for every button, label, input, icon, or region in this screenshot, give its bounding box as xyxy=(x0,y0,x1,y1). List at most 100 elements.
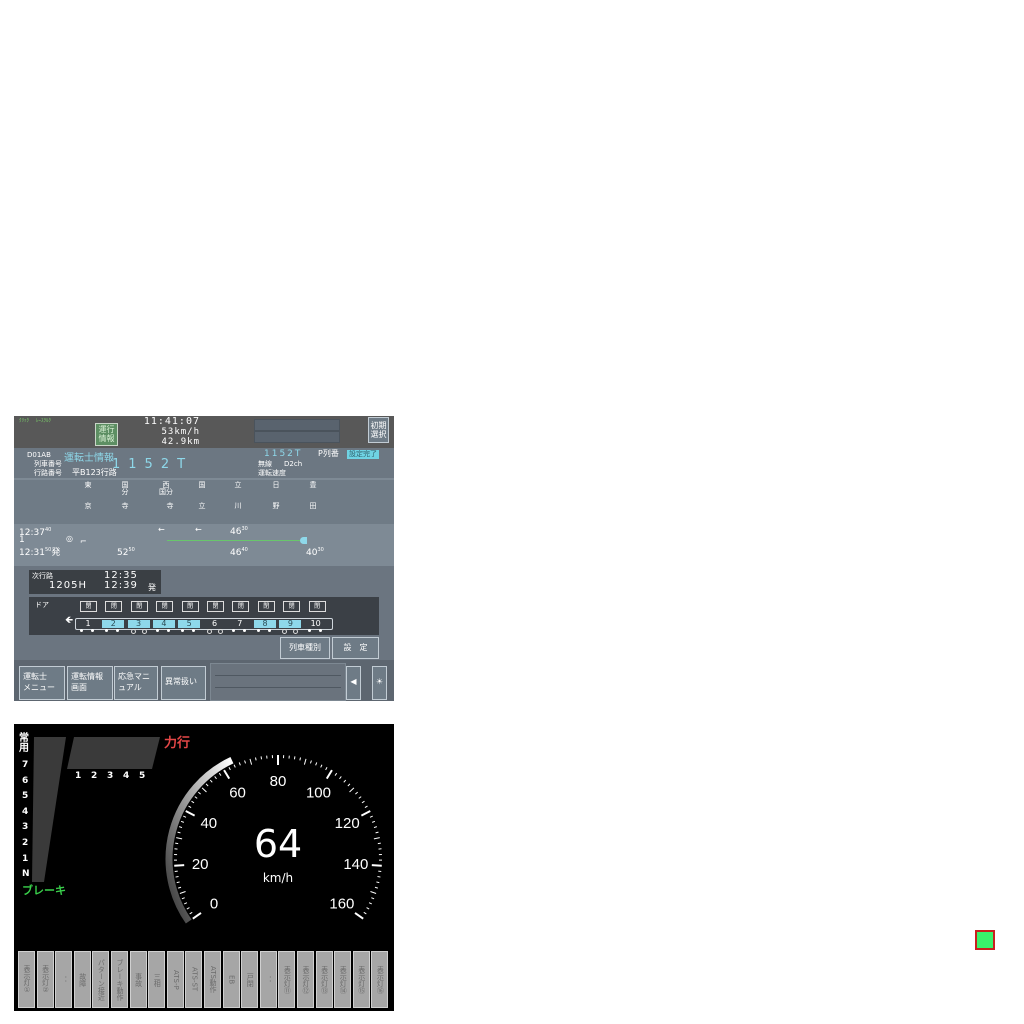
dial-tick xyxy=(373,837,380,840)
indicator-switch-13[interactable]: 戸閉 xyxy=(241,951,259,1008)
dial-tick xyxy=(299,757,301,761)
indicator-switch-14[interactable]: ： xyxy=(259,951,277,1008)
wheel xyxy=(293,629,299,634)
wheel xyxy=(130,629,136,634)
indicator-switch-3[interactable]: ： xyxy=(55,951,73,1008)
dial-tick xyxy=(249,758,253,765)
dial-tick xyxy=(189,911,193,915)
power-indicator-bar xyxy=(67,737,160,769)
door-9: 閉 xyxy=(283,601,301,612)
dial-tick xyxy=(334,772,338,776)
dial-tick xyxy=(209,779,213,783)
indicator-switch-17[interactable]: 表示灯⑬ xyxy=(315,951,333,1008)
indicator-switch-12[interactable]: EB xyxy=(222,951,240,1008)
info-screen-button[interactable]: 運転情報 画面 xyxy=(67,666,113,700)
indicator-switch-18[interactable]: 表示灯⑭ xyxy=(334,951,352,1008)
dial-tick xyxy=(176,881,180,884)
abnormal-handling-button[interactable]: 異常扱い xyxy=(161,666,206,700)
prev-icon[interactable]: ◀ xyxy=(346,666,361,700)
brightness-icon[interactable]: ☀ xyxy=(372,666,387,700)
dial-tick xyxy=(218,772,222,776)
wheel xyxy=(206,629,212,634)
shoki-sentaku-button[interactable]: 初期 選択 xyxy=(368,417,389,443)
wheel xyxy=(282,629,288,634)
indicator-switch-19[interactable]: 表示灯⑮ xyxy=(352,951,370,1008)
setting-done-badge: 設定完了 xyxy=(347,450,379,459)
dial-tick xyxy=(361,800,365,804)
dial-tick xyxy=(370,891,377,894)
station-kokubunji: 国分寺 xyxy=(121,481,129,510)
dial-tick xyxy=(223,769,231,780)
wheel xyxy=(242,629,246,632)
emergency-manual-button[interactable]: 応急マニ ュアル xyxy=(114,666,158,700)
dial-tick xyxy=(371,897,375,900)
indicator-switch-20[interactable]: 表示灯⑯ xyxy=(371,951,389,1008)
door-4: 閉 xyxy=(156,601,174,612)
dial-tick xyxy=(377,876,381,878)
dial-tick xyxy=(371,864,382,867)
left-arrow-icon-2: ← xyxy=(195,525,202,534)
dial-tick xyxy=(369,815,373,818)
dial-tick xyxy=(233,764,236,768)
indicator-switch-15[interactable]: 表示灯⑪ xyxy=(278,951,296,1008)
brand-left: ｸﾘｯｸ xyxy=(19,418,30,424)
car-7: 7 xyxy=(237,619,243,628)
dial-tick xyxy=(376,881,380,884)
dial-tick xyxy=(339,776,342,780)
settings-button[interactable]: 設 定 xyxy=(332,637,379,659)
dial-tick xyxy=(174,864,185,867)
dial-tick xyxy=(175,876,179,878)
wheel xyxy=(268,629,272,632)
indicator-switch-2[interactable]: 表示灯② xyxy=(36,951,54,1008)
power-notch-3: 3 xyxy=(107,771,114,781)
header-bar: ｸﾘｯｸ ﾚｰｽｦﾙｸ 運行 情報 11:41:07 53km/h 42.9km… xyxy=(14,416,394,448)
wheel xyxy=(155,629,159,632)
info-title: 運転士情報 xyxy=(64,453,114,464)
indicator-switch-1[interactable]: 表示灯① xyxy=(18,951,35,1008)
bottom-button-bar: 運転士 メニュー 運転情報 画面 応急マニ ュアル 異常扱い ◀ ☀ xyxy=(14,660,394,701)
dial-label-40: 40 xyxy=(200,815,217,832)
power-notch-4: 4 xyxy=(123,771,130,781)
distance-readout: 42.9km xyxy=(161,437,200,447)
speed-readout: 53km/h xyxy=(161,427,200,437)
door-8: 閉 xyxy=(257,601,275,612)
indicator-switch-5[interactable]: パターン接近 xyxy=(92,951,110,1008)
unten-joho-button[interactable]: 運行 情報 xyxy=(95,423,118,446)
car-10: 10 xyxy=(310,619,321,628)
indicator-switch-11[interactable]: ATS動作 xyxy=(204,951,221,1008)
dial-label-100: 100 xyxy=(306,784,331,801)
time-40: 4030 xyxy=(306,547,324,558)
indicator-switch-7[interactable]: 事故 xyxy=(129,951,147,1008)
speed-unit: km/h xyxy=(262,871,294,885)
door-7: 閉 xyxy=(232,601,250,612)
indicator-switch-6[interactable]: ブレーキ動作 xyxy=(111,951,128,1008)
indicator-switch-8[interactable]: 三相 xyxy=(148,951,166,1008)
wheel xyxy=(80,629,83,632)
dial-tick xyxy=(363,911,367,915)
station-hino: 日野 xyxy=(272,481,280,510)
dial-label-160: 160 xyxy=(329,896,354,913)
train-info: D01AB 運転士情報 列車番号 1152T 行路番号 平B123行路 1152… xyxy=(14,448,394,478)
tims-panel: ｸﾘｯｸ ﾚｰｽｦﾙｸ 運行 情報 11:41:07 53km/h 42.9km… xyxy=(14,416,394,701)
door-1: 閉 xyxy=(80,601,97,612)
indicator-switch-9[interactable]: ATS-P xyxy=(166,951,184,1008)
dial-tick xyxy=(343,779,347,783)
speed-label: 運転速度 xyxy=(258,469,286,477)
departure-time: 12:3150発 xyxy=(19,547,61,558)
dial-tick xyxy=(368,902,372,905)
dial-tick xyxy=(325,769,333,780)
indicator-switch-4[interactable]: 故障 xyxy=(73,951,91,1008)
wheel xyxy=(217,629,223,634)
train-number-right: 1152T xyxy=(264,449,303,459)
car-4: 4 xyxy=(152,620,175,628)
indicator-switch-10[interactable]: ATS-ST xyxy=(185,951,203,1008)
train-type-button[interactable]: 列車種別 xyxy=(280,637,330,659)
indicator-switch-16[interactable]: 表示灯⑫ xyxy=(297,951,314,1008)
wheel xyxy=(181,629,185,632)
dial-tick xyxy=(194,796,198,799)
dial-tick xyxy=(198,791,201,795)
wheel xyxy=(307,629,311,632)
door-5: 閉 xyxy=(181,601,199,612)
driver-menu-button[interactable]: 運転士 メニュー xyxy=(19,666,65,700)
power-notch-2: 2 xyxy=(91,771,98,781)
